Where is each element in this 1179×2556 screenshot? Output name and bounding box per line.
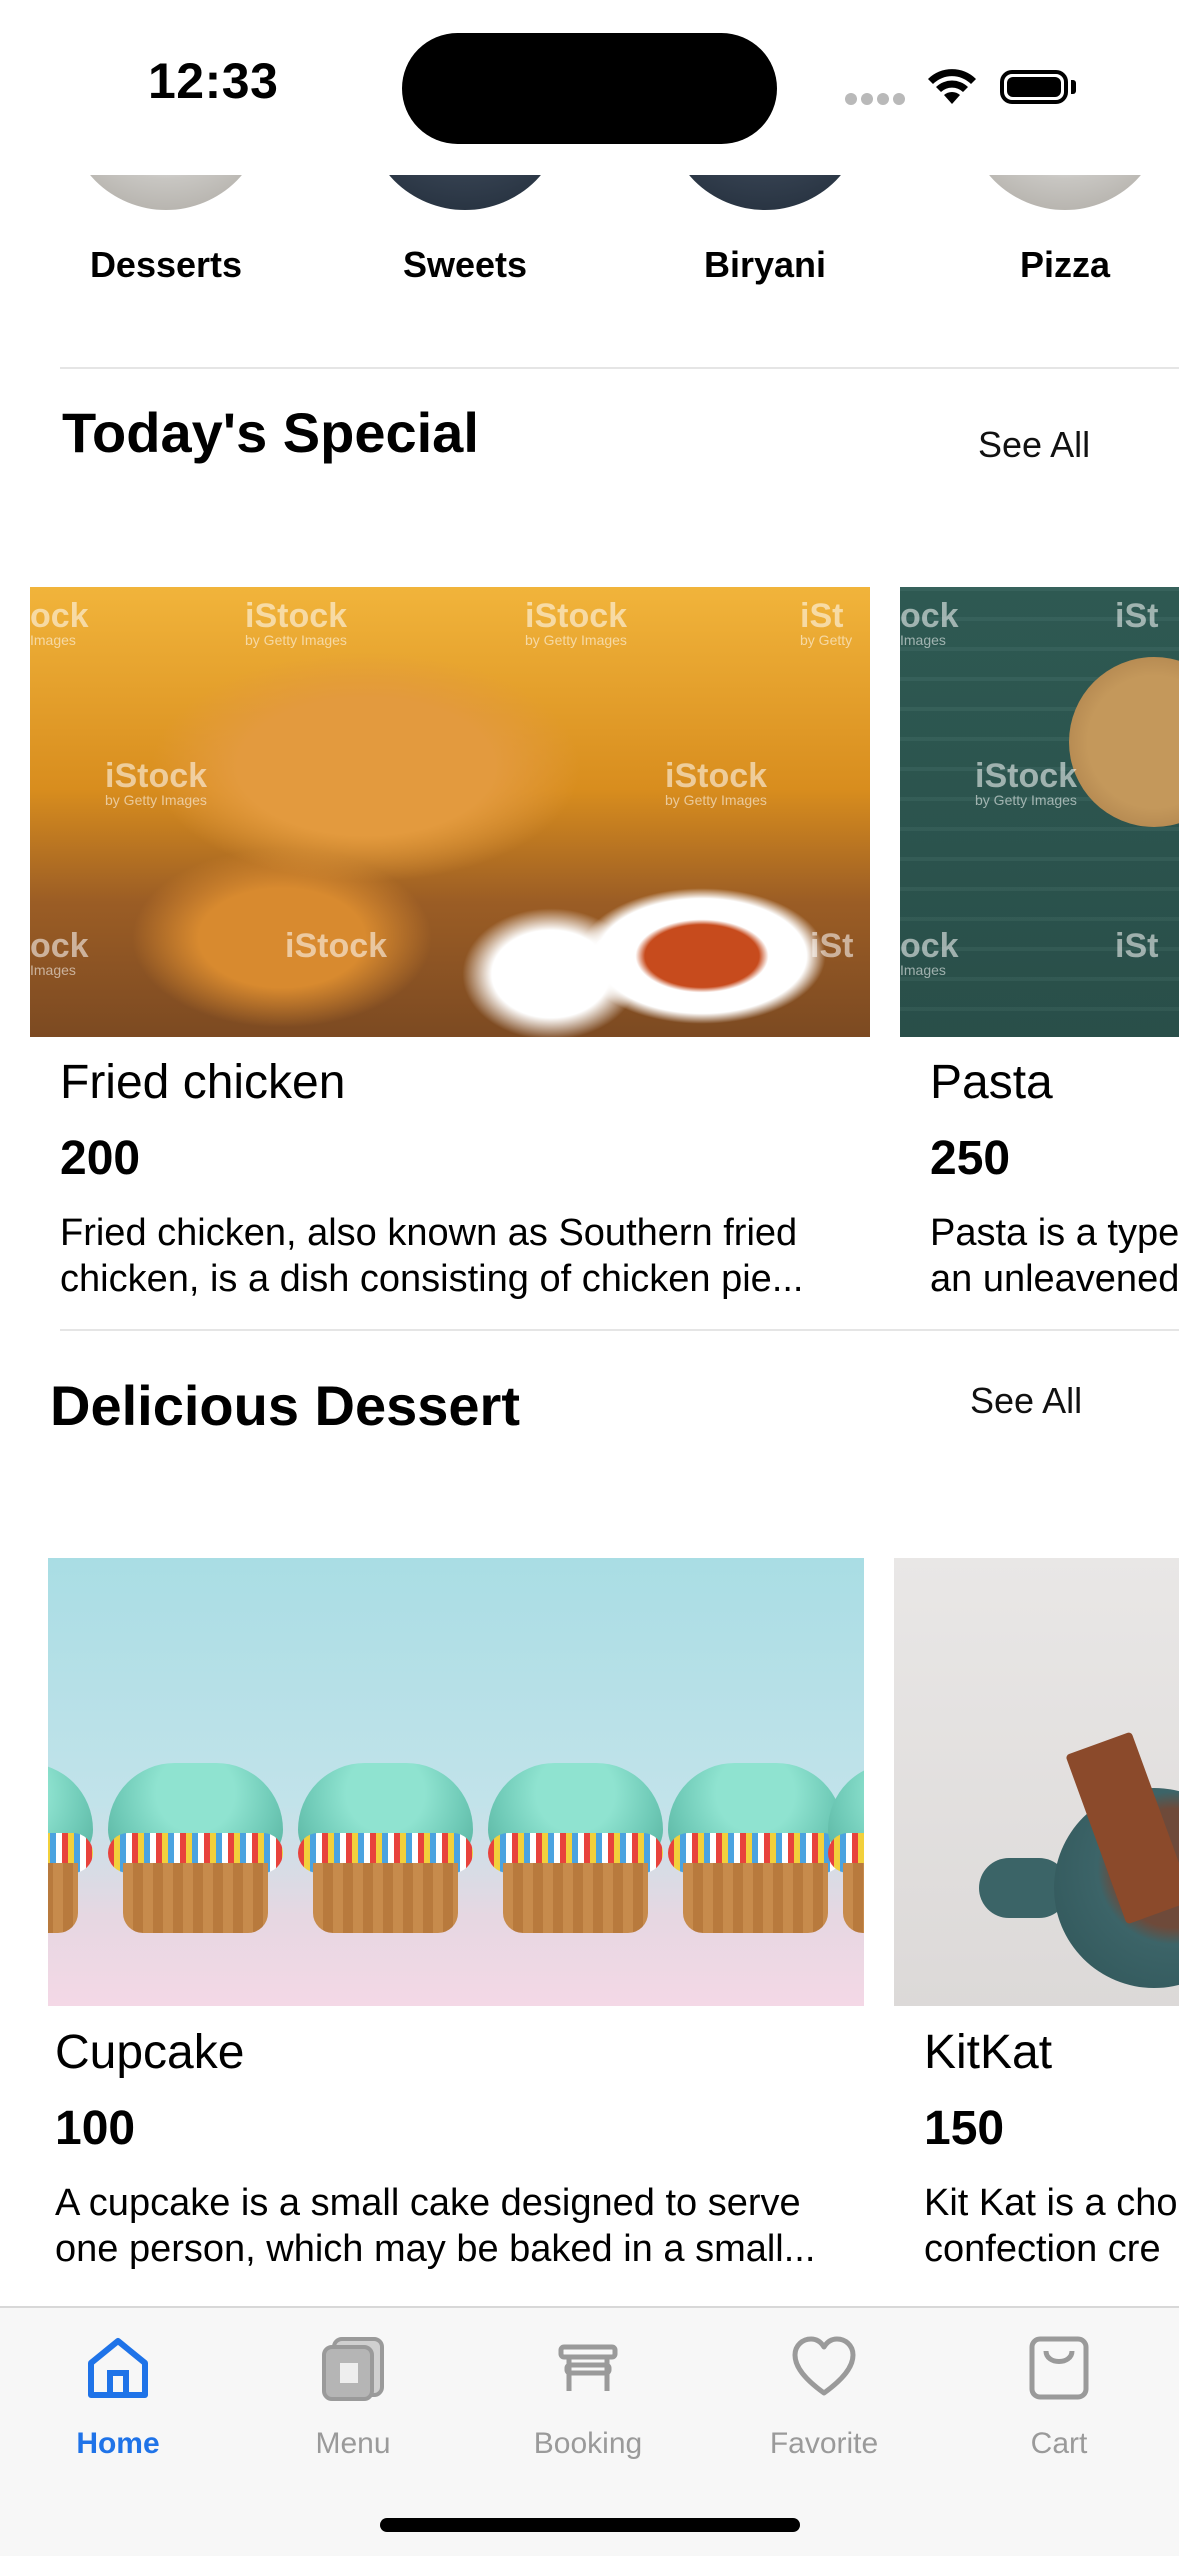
category-label-desserts[interactable]: Desserts (66, 244, 266, 286)
card-description-line2: an unleavened (930, 1258, 1179, 1300)
see-all-todays-special[interactable]: See All (978, 424, 1090, 466)
tab-label: Menu (315, 2427, 391, 2460)
cart-icon (1029, 2336, 1089, 2400)
tab-label: Cart (1030, 2427, 1088, 2460)
battery-cap-overlay (1071, 80, 1076, 94)
category-label-biryani[interactable]: Biryani (665, 244, 865, 286)
card-price: 100 (55, 2102, 136, 2155)
wifi-icon-overlay (926, 66, 978, 111)
card-description: A cupcake is a small cake designed to se… (55, 2180, 875, 2272)
card-description-line1: Kit Kat is a cho (924, 2182, 1178, 2224)
card-description-line1: A cupcake is a small cake designed to se… (55, 2182, 801, 2224)
card-description-line2: confection cre (924, 2228, 1161, 2270)
card-price: 150 (924, 2102, 1005, 2155)
card-title: Cupcake (55, 2026, 245, 2079)
tab-menu[interactable]: Menu (253, 2325, 453, 2461)
category-label-sweets[interactable]: Sweets (365, 244, 565, 286)
card-price: 250 (930, 1132, 1011, 1185)
booking-icon (558, 2344, 618, 2391)
section-divider (60, 367, 1179, 369)
tab-cart[interactable]: Cart (959, 2325, 1159, 2461)
pasta-image[interactable]: ock Images iSt iStock by Getty Images ock I… (900, 587, 1179, 1037)
fried-chicken-image[interactable]: ock Images iStock by Getty Images iStock by… (30, 587, 870, 1037)
section-title-delicious-dessert: Delicious Dessert (50, 1374, 520, 1437)
card-title: Fried chicken (60, 1056, 346, 1109)
watermark-subtext: by Getty Images (245, 632, 347, 648)
menu-icon (322, 2337, 384, 2401)
tab-favorite[interactable]: Favorite (724, 2325, 924, 2461)
card-description: Pasta is a type an unleavened (930, 1210, 1179, 1302)
category-label-pizza[interactable]: Pizza (965, 244, 1165, 286)
dynamic-island-overlay (402, 33, 777, 144)
tab-label: Booking (533, 2427, 643, 2460)
tab-label: Favorite (769, 2427, 879, 2460)
card-title: Pasta (930, 1056, 1053, 1109)
card-description-line2: chicken, is a dish consisting of chicken… (60, 1258, 804, 1300)
kitkat-image[interactable] (894, 1558, 1179, 2006)
battery-icon-overlay (1000, 70, 1068, 104)
card-title: KitKat (924, 2026, 1053, 2079)
card-price: 200 (60, 1132, 141, 1185)
card-description-line1: Pasta is a type (930, 1212, 1179, 1254)
status-time-overlay: 12:33 (148, 53, 279, 109)
tab-home[interactable]: Home (18, 2325, 218, 2461)
card-description: Fried chicken, also known as Southern fr… (60, 1210, 880, 1302)
home-indicator[interactable] (380, 2518, 800, 2532)
spice-bowl-shape (1069, 657, 1179, 827)
cupcake-image[interactable] (48, 1558, 864, 2006)
home-icon (88, 2338, 148, 2398)
watermark-text: iStock (245, 597, 348, 635)
heart-icon (792, 2336, 856, 2396)
tab-label: Home (76, 2427, 160, 2460)
card-description: Kit Kat is a cho confection cre (924, 2180, 1179, 2272)
section-title-todays-special: Today's Special (62, 401, 479, 464)
cellular-signal-icon-overlay (845, 92, 909, 110)
tab-booking[interactable]: Booking (488, 2325, 688, 2461)
card-description-line2: one person, which may be baked in a smal… (55, 2228, 816, 2270)
section-divider (60, 1329, 1179, 1331)
see-all-delicious-dessert[interactable]: See All (970, 1380, 1082, 1422)
card-description-line1: Fried chicken, also known as Southern fr… (60, 1212, 798, 1254)
